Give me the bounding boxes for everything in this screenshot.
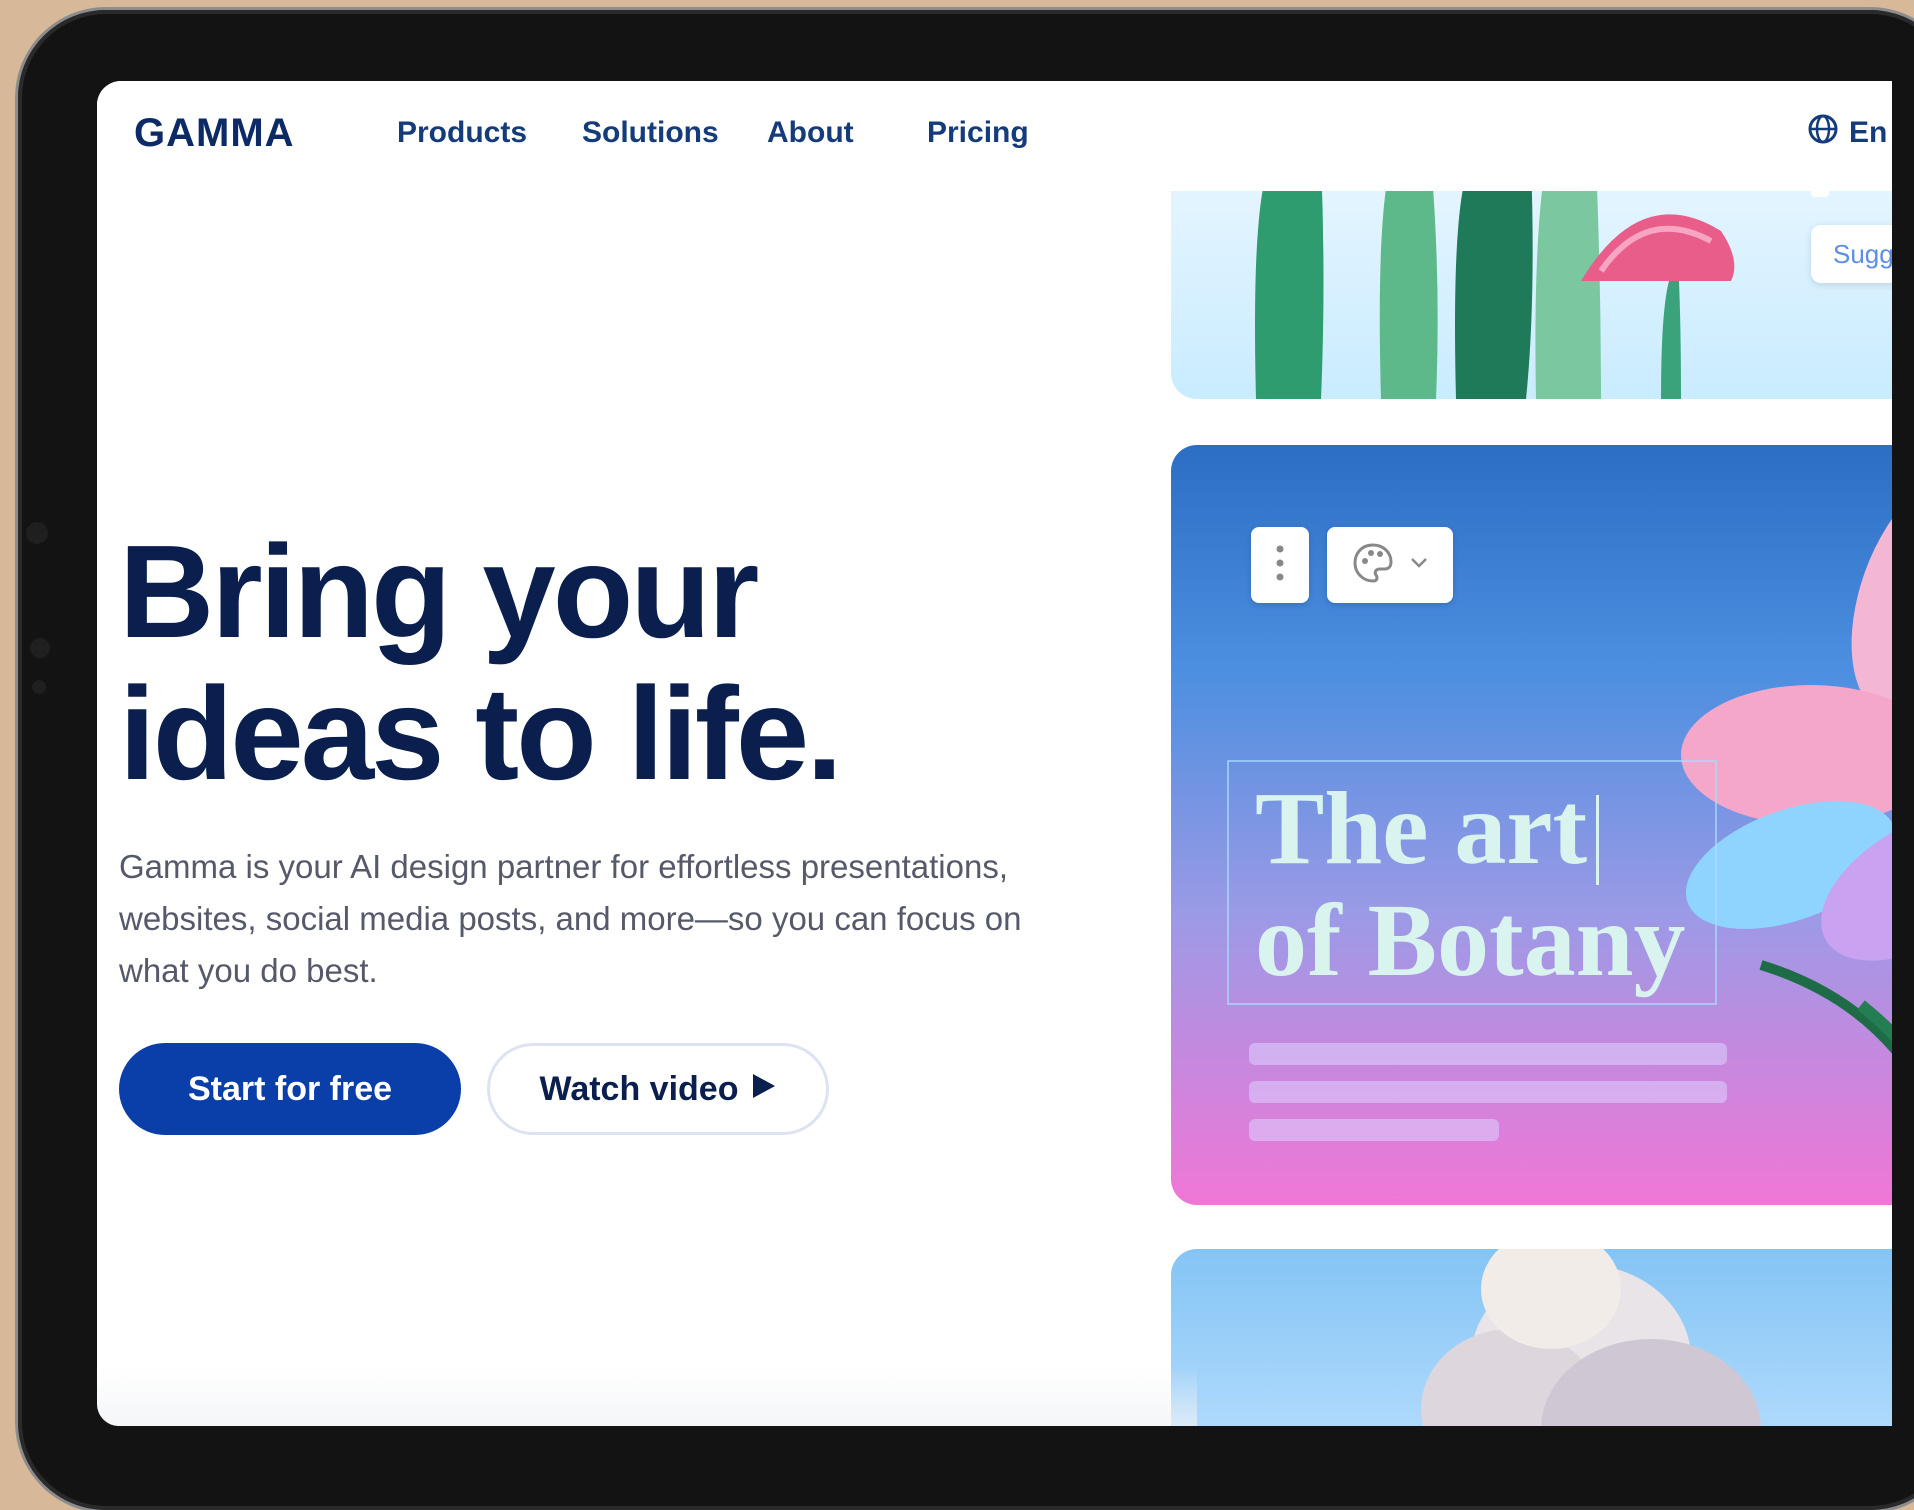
card-title-line-1: The art	[1255, 771, 1588, 886]
nav-link-pricing[interactable]: Pricing	[927, 116, 1029, 150]
nav-link-products[interactable]: Products	[397, 116, 527, 150]
watch-video-label: Watch video	[539, 1069, 739, 1108]
palette-icon	[1351, 541, 1395, 590]
card-title[interactable]: The art of Botany	[1255, 773, 1685, 997]
camera-sensor	[26, 522, 48, 544]
gamma-logo[interactable]: GAMMA	[134, 111, 295, 156]
screen-bottom-fade	[97, 1366, 1197, 1426]
cloud-illustration	[1421, 1249, 1761, 1426]
card-menu-button[interactable]	[1251, 527, 1309, 603]
nav-link-solutions[interactable]: Solutions	[582, 116, 719, 150]
card-title-line-2: of Botany	[1255, 883, 1686, 998]
play-icon	[751, 1070, 777, 1109]
screen: GAMMA Products Solutions About Pricing E…	[97, 81, 1892, 1426]
camera-lens	[30, 638, 50, 658]
text-placeholder-line	[1249, 1081, 1727, 1103]
text-placeholder-line	[1249, 1043, 1727, 1065]
tablet-frame: GAMMA Products Solutions About Pricing E…	[18, 10, 1914, 1510]
theme-picker-button[interactable]	[1327, 527, 1453, 603]
globe-icon	[1807, 113, 1839, 153]
preview-card-botany: The art of Botany	[1171, 445, 1892, 1205]
language-selector[interactable]: En	[1807, 113, 1887, 153]
hero-title-line-1: Bring your	[119, 518, 759, 665]
suggest-button[interactable]: Sugge	[1811, 225, 1892, 283]
watch-video-button[interactable]: Watch video	[487, 1043, 829, 1135]
more-vertical-icon	[1275, 543, 1285, 588]
text-cursor	[1596, 795, 1599, 885]
text-placeholder-line	[1249, 1119, 1499, 1141]
start-for-free-button[interactable]: Start for free	[119, 1043, 461, 1135]
preview-card-top: Sugge	[1171, 161, 1892, 399]
hero-subtitle: Gamma is your AI design partner for effo…	[119, 848, 1022, 989]
hero-title: Bring your ideas to life.	[119, 521, 1019, 805]
forest-illustration	[1255, 161, 1735, 399]
camera-sensor-small	[32, 680, 46, 694]
hero-title-line-2: ideas to life.	[119, 660, 843, 807]
language-label: En	[1849, 116, 1888, 149]
nav-link-about[interactable]: About	[767, 116, 854, 150]
top-nav: GAMMA Products Solutions About Pricing E…	[97, 81, 1892, 191]
chevron-down-icon	[1409, 556, 1429, 575]
preview-card-bottom	[1171, 1249, 1892, 1426]
